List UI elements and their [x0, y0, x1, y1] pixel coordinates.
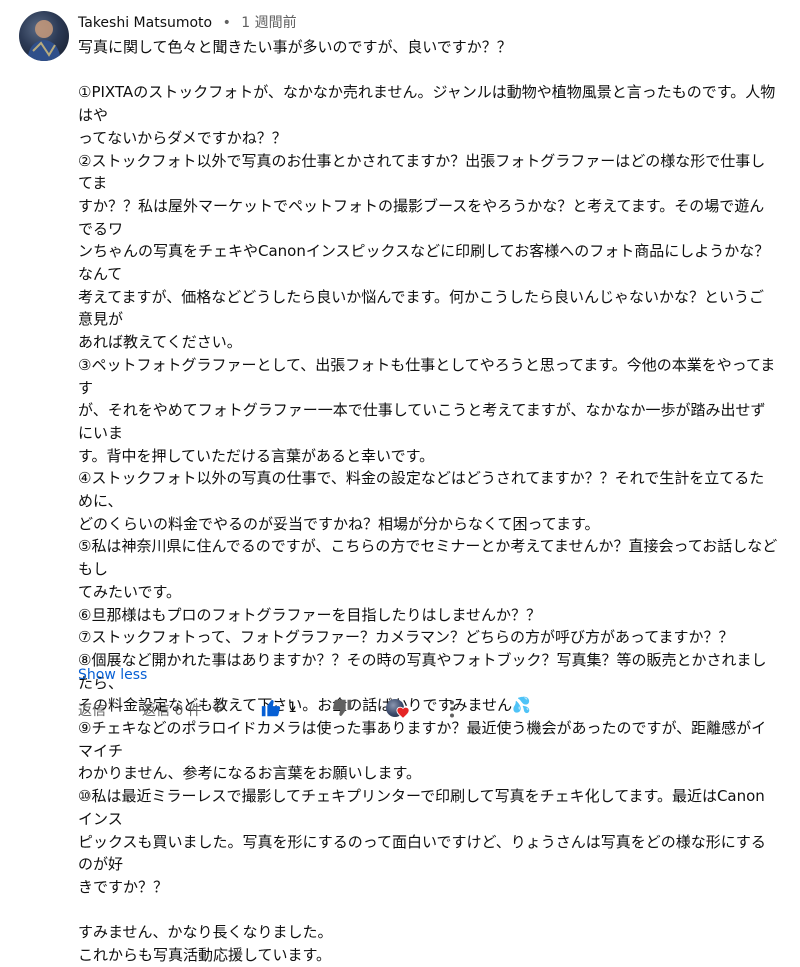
like-count: 1 — [288, 700, 297, 716]
comment-line: ってないからダメですかね？？ — [78, 128, 287, 147]
show-less-link[interactable]: Show less — [78, 667, 147, 683]
replies-count-label: 返信 0 件 — [142, 703, 202, 719]
comment-blank-line — [78, 59, 778, 82]
thumbs-up-icon — [261, 700, 281, 717]
comment-line: ⑦ストックフォトって、フォトグラファー？カメラマン？どちらの方が呼び方があってま… — [78, 628, 734, 647]
comment-line: ンちゃんの写真をチェキやCanonインスピックスなどに印刷してお客様へのフォト商… — [78, 242, 770, 284]
comment-blank-line — [78, 899, 778, 922]
comment-line: これからも写真活動応援しています。 — [78, 946, 332, 965]
comment-line: ②ストックフォト以外で写真のお仕事とかされてますか？出張フォトグラファーはどの様… — [78, 151, 766, 193]
comment-line: が、それをやめてフォトグラファー一本で仕事していこうと考えてますが、なかなか一歩… — [78, 401, 766, 442]
comment-line: ④ストックフォト以外の写真の仕事で、料金の設定などはどうされてますか？？それで生… — [78, 469, 765, 511]
creator-heart-badge — [385, 697, 413, 721]
comment-line: ⑥旦那様はもプロのフォトグラファーを目指したりはしませんか？？ — [78, 605, 542, 624]
comment-line: す。背中を押していただける言葉があると幸いです。 — [78, 446, 435, 465]
comment-line: ⑤私は神奈川県に住んでるのですが、こちらの方でセミナーとか考えてませんか？直接会… — [78, 537, 778, 579]
comment-line: 写真に関して色々と聞きたい事が多いのですが、良いですか？？ — [78, 38, 512, 56]
author-name[interactable]: Takeshi Matsumoto — [78, 15, 212, 31]
chevron-down-icon — [212, 706, 224, 714]
more-actions-button[interactable] — [440, 697, 464, 725]
comment-line: ピックスも買いました。写真を形にするのって面白いですけど、りょうさんは写真をどの… — [78, 832, 766, 874]
comment-line: きですか？？ — [78, 878, 169, 896]
comment-line: ⑧個展など開かれた事はありますか？？その時の写真やフォトブック？写真集？等の販売… — [78, 650, 767, 692]
more-vertical-icon — [450, 700, 454, 718]
comment-timestamp[interactable]: 1 週間前 — [241, 15, 296, 31]
comment-line: すみません、かなり長くなりました。 — [78, 923, 333, 942]
dislike-button[interactable] — [331, 697, 353, 723]
comment-line: ①PIXTAのストックフォトが、なかなか売れません。ジャンルは動物や植物風景と言… — [78, 83, 776, 125]
thumbs-down-icon — [332, 699, 352, 716]
comment-line: ⑩私は最近ミラーレスで撮影してチェキプリンターで印刷して写真をチェキ化してます。… — [78, 787, 765, 828]
comment-line: ③ペットフォトグラファーとして、出張フォトも仕事としてやろうと思ってます。今他の… — [78, 355, 776, 397]
comment-line: わかりません、参考になるお言葉をお願いします。 — [78, 764, 422, 783]
like-button[interactable] — [260, 697, 282, 723]
creator-heart-icon — [396, 706, 410, 719]
header-separator: • — [222, 15, 231, 31]
comment-line: どのくらいの料金でやるのが妥当ですかね？相場が分からなくて困ってます。 — [78, 514, 600, 533]
comment-line: てみたいです。 — [78, 582, 182, 601]
comment-line: ⑨チェキなどのポラロイドカメラは使った事ありますか？最近使う機会があったのですが… — [78, 719, 767, 760]
comment-text: 写真に関して色々と聞きたい事が多いのですが、良いですか？？ ①PIXTAのストック… — [78, 36, 778, 967]
reply-button[interactable]: 返信 — [78, 700, 106, 720]
replies-toggle[interactable]: 返信 0 件 — [142, 700, 224, 720]
comment-header: Takeshi Matsumoto • 1 週間前 — [78, 12, 297, 32]
comment-thread: Takeshi Matsumoto • 1 週間前 写真に関して色々と聞きたい事… — [0, 0, 800, 964]
author-avatar[interactable] — [19, 11, 69, 61]
comment-line: すか？？私は屋外マーケットでペットフォトの撮影ブースをやろうかな？と考えてます。… — [78, 196, 765, 238]
comment-line: あれば教えてください。 — [78, 333, 242, 352]
comment-line: 考えてますが、価格などどうしたら良いか悩んでます。何かこうしたら良いんじゃないか… — [78, 287, 764, 329]
